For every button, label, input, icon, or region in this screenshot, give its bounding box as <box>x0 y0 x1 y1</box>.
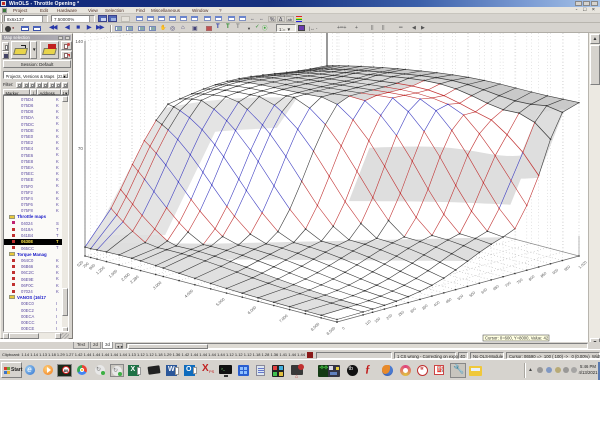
svg-text:850: 850 <box>540 271 547 278</box>
svg-text:110: 110 <box>365 319 372 326</box>
svg-text:1.200: 1.200 <box>95 265 106 276</box>
svg-text:140: 140 <box>75 39 83 44</box>
svg-text:950: 950 <box>564 265 571 272</box>
svg-text:7.000: 7.000 <box>278 313 289 324</box>
svg-text:3.000: 3.000 <box>152 280 163 291</box>
svg-text:0: 0 <box>341 326 345 330</box>
svg-text:550: 550 <box>469 291 476 298</box>
svg-text:4.000: 4.000 <box>183 288 194 299</box>
svg-text:5.000: 5.000 <box>215 296 226 307</box>
svg-text:1.020: 1.020 <box>578 260 588 269</box>
svg-text:1.600: 1.600 <box>107 268 118 279</box>
svg-text:650: 650 <box>492 284 499 291</box>
svg-text:900: 900 <box>88 262 97 271</box>
svg-text:500: 500 <box>457 294 464 301</box>
svg-text:350: 350 <box>421 304 428 311</box>
svg-text:150: 150 <box>374 317 381 324</box>
svg-text:200: 200 <box>386 313 393 320</box>
svg-text:70: 70 <box>78 146 84 151</box>
svg-text:700: 700 <box>504 281 511 288</box>
svg-text:6.000: 6.000 <box>246 304 257 315</box>
svg-text:250: 250 <box>398 310 405 317</box>
svg-text:800: 800 <box>528 274 535 281</box>
svg-text:300: 300 <box>409 307 416 314</box>
svg-text:8.000: 8.000 <box>310 321 321 332</box>
svg-text:8.500: 8.500 <box>325 325 336 336</box>
svg-text:400: 400 <box>433 300 440 307</box>
svg-text:600: 600 <box>481 287 488 294</box>
svg-text:Cursor: 0=600, Y=8000, Value:: Cursor: 0=600, Y=8000, Value: 42 <box>485 336 549 341</box>
svg-text:900: 900 <box>552 268 559 275</box>
svg-text:450: 450 <box>445 297 452 304</box>
svg-text:750: 750 <box>516 278 523 285</box>
